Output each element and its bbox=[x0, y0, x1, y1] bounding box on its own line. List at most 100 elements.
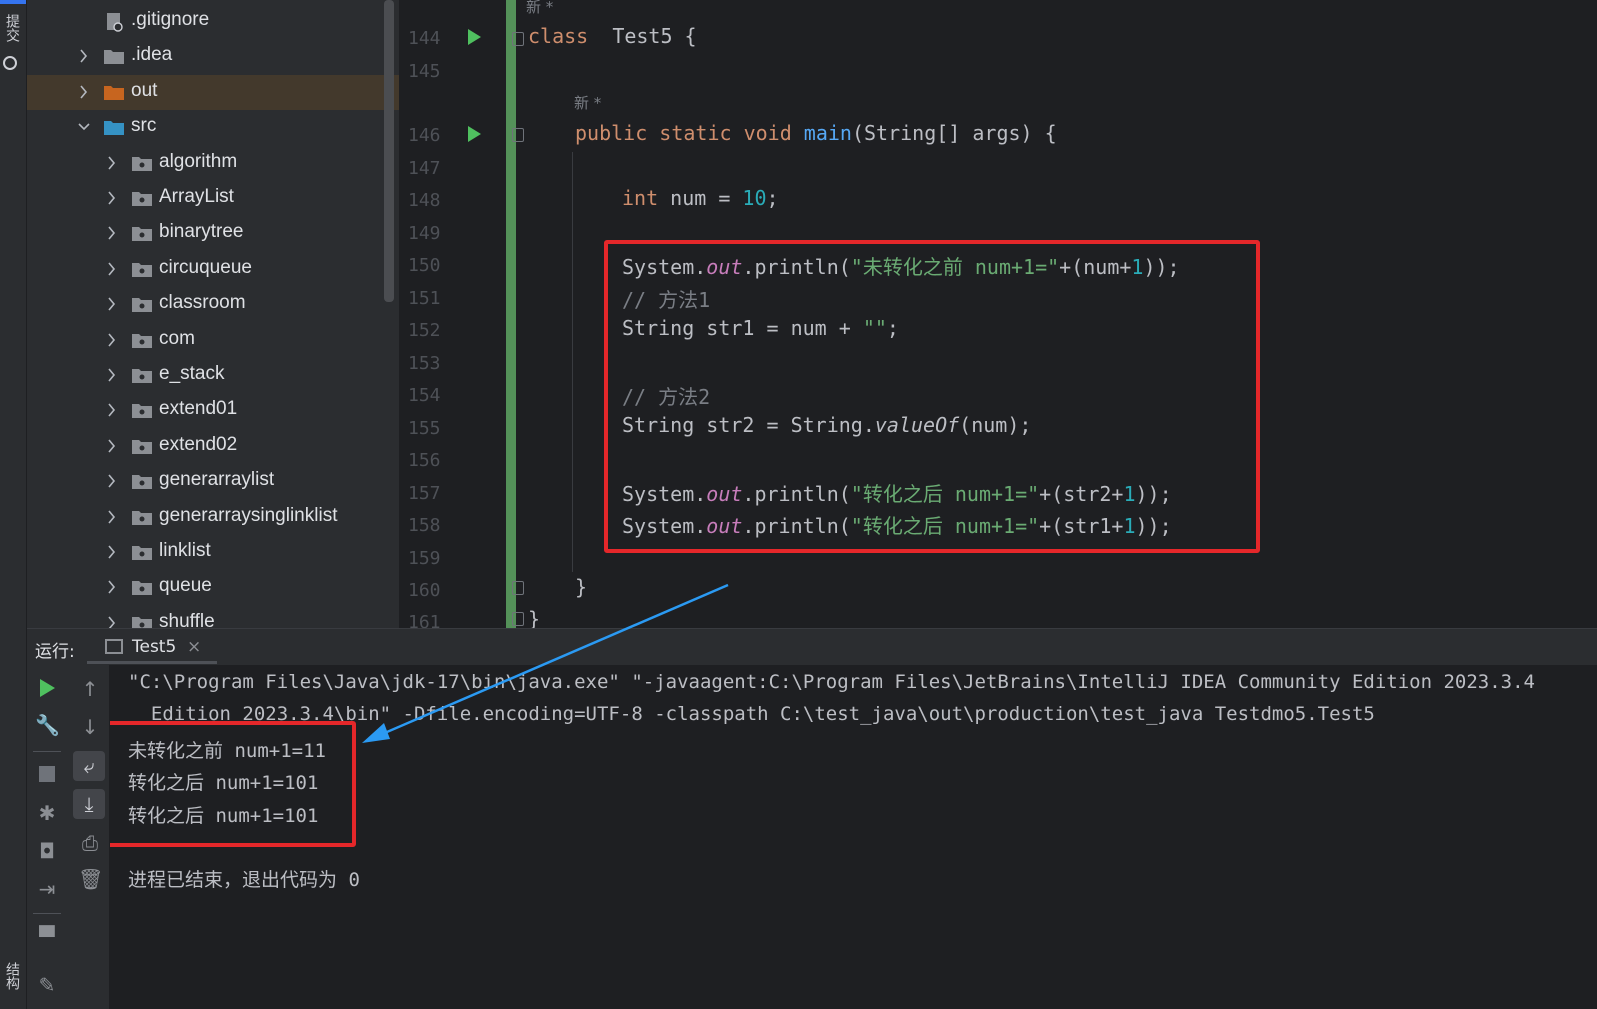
chevron-right-icon[interactable] bbox=[105, 224, 119, 242]
fold-icon[interactable] bbox=[512, 581, 524, 595]
chevron-right-icon[interactable] bbox=[105, 508, 119, 526]
layout-icon[interactable]: ▀ bbox=[35, 925, 59, 949]
tree-item-label: shuffle bbox=[159, 611, 215, 628]
down-icon[interactable]: ↓ bbox=[78, 715, 102, 739]
up-icon[interactable]: ↑ bbox=[78, 677, 102, 701]
chevron-right-icon[interactable] bbox=[77, 47, 91, 65]
tree-item[interactable]: generarraylist bbox=[27, 464, 399, 499]
tree-item-label: generarraylist bbox=[159, 469, 275, 490]
tree-item[interactable]: extend01 bbox=[27, 393, 399, 428]
tree-item[interactable]: .gitignore bbox=[27, 4, 399, 39]
tree-item[interactable]: ArrayList bbox=[27, 181, 399, 216]
chevron-right-icon[interactable] bbox=[77, 83, 91, 101]
fold-icon[interactable] bbox=[512, 128, 524, 142]
tree-item[interactable]: out bbox=[27, 75, 399, 110]
tree-item[interactable]: circuqueue bbox=[27, 252, 399, 287]
wrench-icon[interactable]: 🔧 bbox=[35, 713, 60, 737]
fold-icon[interactable] bbox=[512, 612, 524, 626]
chevron-right-icon[interactable] bbox=[105, 472, 119, 490]
code-line-161: } bbox=[528, 607, 541, 628]
chevron-right-icon[interactable] bbox=[105, 154, 119, 172]
package-icon bbox=[131, 154, 153, 172]
package-icon bbox=[131, 401, 153, 419]
chevron-right-icon[interactable] bbox=[105, 614, 119, 628]
tree-item-label: .idea bbox=[131, 44, 173, 65]
line-number: 160 bbox=[408, 580, 441, 601]
console-icon bbox=[105, 639, 123, 654]
tree-item[interactable]: .idea bbox=[27, 39, 399, 74]
code-highlight-box bbox=[604, 240, 1260, 553]
chevron-right-icon[interactable] bbox=[105, 401, 119, 419]
tree-item-label: out bbox=[131, 80, 158, 101]
tree-item-label: classroom bbox=[159, 292, 246, 313]
run-icon[interactable] bbox=[468, 29, 481, 45]
run-panel-header: 运行: Test5 × bbox=[27, 628, 1597, 665]
tree-item[interactable]: e_stack bbox=[27, 358, 399, 393]
package-icon bbox=[131, 472, 153, 490]
chevron-right-icon[interactable] bbox=[105, 260, 119, 278]
print-icon[interactable]: ⎙ bbox=[78, 831, 102, 855]
line-number: 156 bbox=[408, 450, 441, 471]
run-icon[interactable] bbox=[40, 679, 55, 697]
line-number: 144 bbox=[408, 28, 441, 49]
tree-item[interactable]: classroom bbox=[27, 287, 399, 322]
camera-icon[interactable]: ◘ bbox=[35, 839, 59, 863]
pin-icon[interactable]: ✎ bbox=[35, 973, 59, 997]
toolbar-separator bbox=[33, 913, 61, 914]
tree-item[interactable]: generarraysinglinklist bbox=[27, 500, 399, 535]
package-icon bbox=[131, 437, 153, 455]
run-tab-title[interactable]: Test5 bbox=[132, 637, 176, 657]
tree-item[interactable]: algorithm bbox=[27, 146, 399, 181]
fold-icon[interactable] bbox=[512, 32, 524, 46]
line-number: 159 bbox=[408, 548, 441, 569]
chevron-right-icon[interactable] bbox=[105, 295, 119, 313]
trash-icon[interactable]: 🗑 bbox=[78, 867, 103, 891]
soft-wrap-button[interactable]: ⤶ bbox=[73, 751, 105, 781]
commit-tool-label[interactable]: 提交 bbox=[2, 14, 22, 42]
console-output[interactable]: "C:\Program Files\Java\jdk-17\bin\java.e… bbox=[110, 665, 1597, 1009]
tree-item-label: extend02 bbox=[159, 434, 238, 455]
stop-icon[interactable] bbox=[39, 766, 55, 782]
line-number-gutter: 144 145 146 147 148 149 150 151 152 153 154 155 156 1… bbox=[400, 0, 490, 628]
chevron-right-icon[interactable] bbox=[105, 578, 119, 596]
chevron-right-icon[interactable] bbox=[105, 189, 119, 207]
exit-icon[interactable]: ⇥ bbox=[35, 877, 59, 901]
tree-item-label: ArrayList bbox=[159, 186, 234, 207]
debug-icon[interactable]: ✱ bbox=[35, 801, 59, 825]
line-number: 151 bbox=[408, 288, 441, 309]
package-icon bbox=[131, 260, 153, 278]
line-number: 150 bbox=[408, 255, 441, 276]
line-number: 145 bbox=[408, 61, 441, 82]
code-editor[interactable]: 144 145 146 147 148 149 150 151 152 153 154 155 156 1… bbox=[400, 0, 1597, 628]
package-icon bbox=[131, 614, 153, 628]
package-icon bbox=[131, 508, 153, 526]
run-icon[interactable] bbox=[468, 126, 481, 142]
tree-scrollbar[interactable] bbox=[384, 0, 394, 302]
commit-icon[interactable] bbox=[3, 56, 17, 70]
chevron-down-icon[interactable] bbox=[77, 118, 91, 136]
tree-item-label: extend01 bbox=[159, 398, 238, 419]
chevron-right-icon[interactable] bbox=[105, 331, 119, 349]
tree-item-label: queue bbox=[159, 575, 212, 596]
tree-item[interactable]: linklist bbox=[27, 535, 399, 570]
chevron-right-icon[interactable] bbox=[105, 543, 119, 561]
vcs-change-marker bbox=[506, 0, 516, 628]
left-tool-strip: 提交 结构 bbox=[0, 0, 27, 1009]
tree-item[interactable]: binarytree bbox=[27, 216, 399, 251]
tree-item[interactable]: src bbox=[27, 110, 399, 145]
tree-item[interactable]: shuffle bbox=[27, 606, 399, 628]
tree-item[interactable]: extend02 bbox=[27, 429, 399, 464]
line-number: 155 bbox=[408, 418, 441, 439]
tree-item[interactable]: com bbox=[27, 323, 399, 358]
tree-item[interactable]: queue bbox=[27, 570, 399, 605]
package-icon bbox=[131, 295, 153, 313]
indent-guide bbox=[572, 152, 573, 572]
scroll-end-button[interactable]: ⤓ bbox=[73, 789, 105, 819]
close-icon[interactable]: × bbox=[187, 637, 201, 657]
tree-item-label: com bbox=[159, 328, 195, 349]
tree-item-label: binarytree bbox=[159, 221, 244, 242]
structure-tool-label[interactable]: 结构 bbox=[2, 962, 22, 990]
chevron-right-icon[interactable] bbox=[105, 366, 119, 384]
chevron-right-icon[interactable] bbox=[105, 437, 119, 455]
package-icon bbox=[131, 189, 153, 207]
